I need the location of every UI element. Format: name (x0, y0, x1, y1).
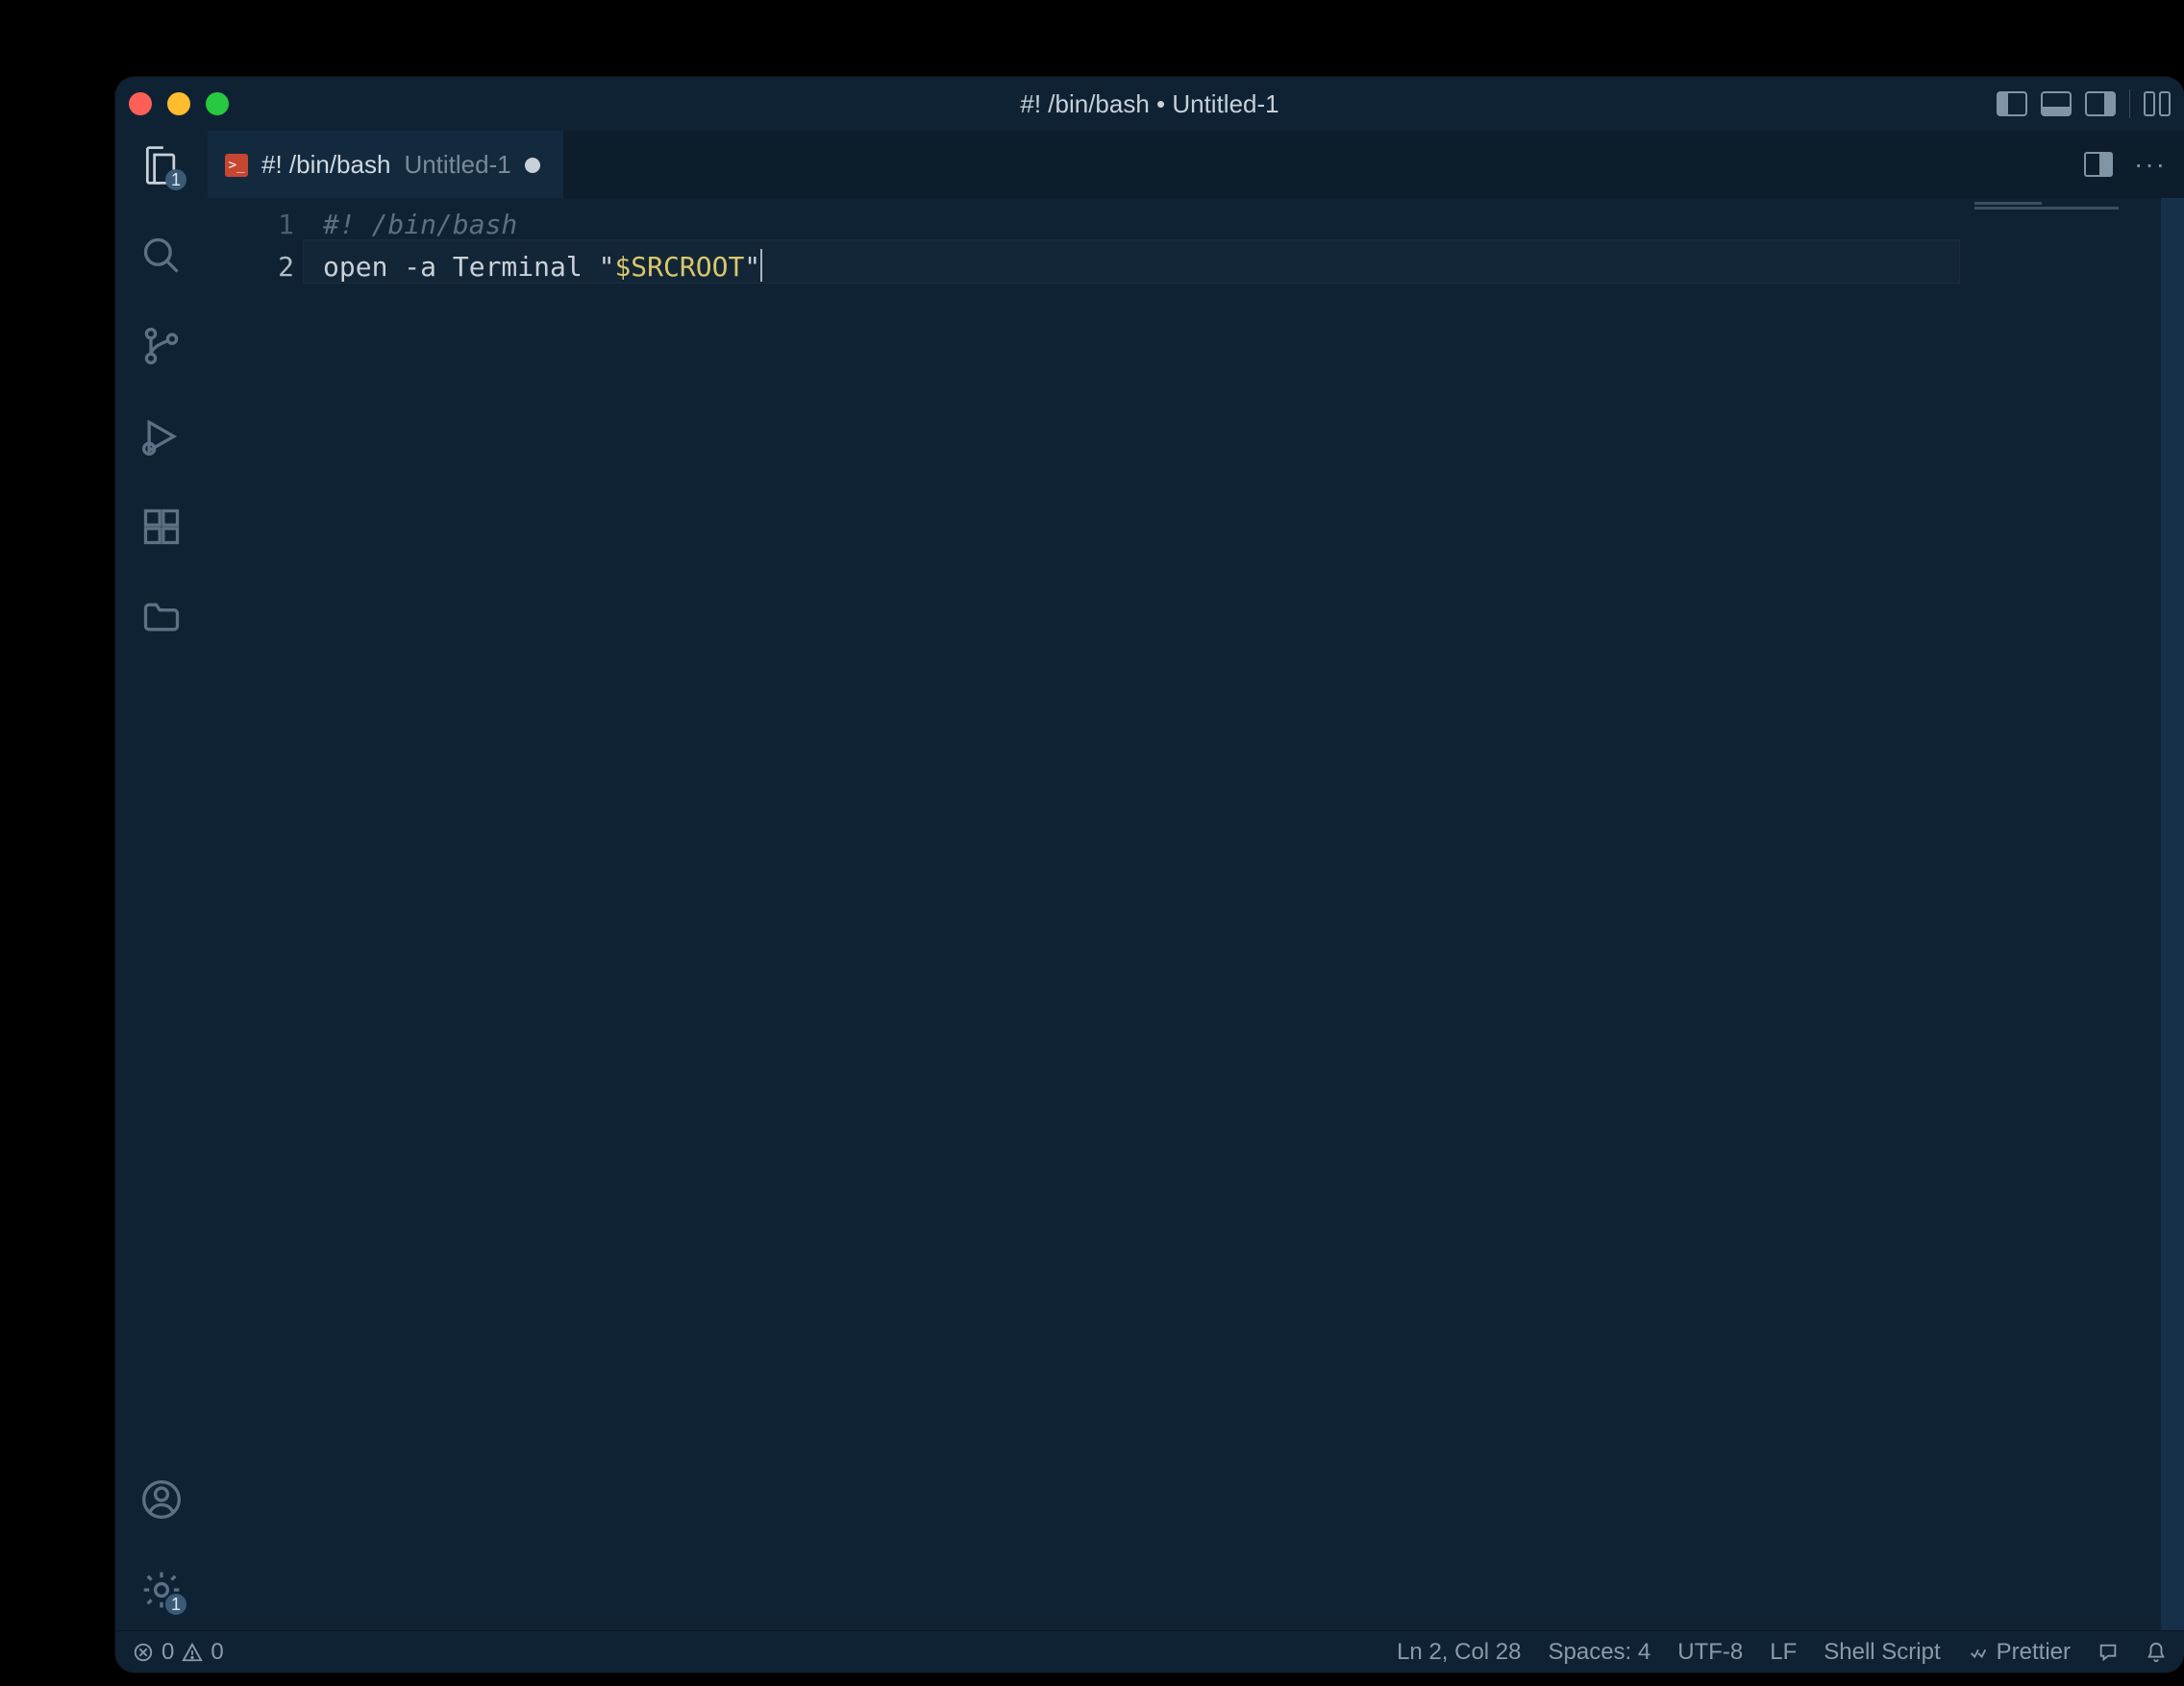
unsaved-indicator-icon (525, 158, 540, 173)
divider (2129, 89, 2130, 118)
warning-count: 0 (211, 1639, 223, 1666)
current-line-highlight (304, 240, 1959, 283)
window-title: #! /bin/bash • Untitled-1 (1020, 89, 1278, 119)
error-count: 0 (161, 1639, 174, 1666)
editor-group: >_ #! /bin/bash Untitled-1 ··· 1 2 #! (208, 131, 2184, 1630)
extensions-icon[interactable] (138, 504, 185, 550)
title-bar: #! /bin/bash • Untitled-1 (115, 77, 2184, 131)
warning-icon (182, 1642, 203, 1663)
code-area[interactable]: #! /bin/bash open -a Terminal "$SRCROOT" (323, 198, 1969, 1630)
comment-token: #! /bin/bash (323, 209, 517, 240)
toggle-primary-sidebar-icon[interactable] (1997, 91, 2027, 116)
tab-untitled-1[interactable]: >_ #! /bin/bash Untitled-1 (208, 131, 563, 198)
settings-badge: 1 (165, 1594, 186, 1615)
minimap[interactable] (1969, 198, 2161, 1630)
toggle-secondary-sidebar-icon[interactable] (2085, 91, 2116, 116)
explorer-icon[interactable]: 1 (138, 142, 185, 188)
shell-file-icon: >_ (225, 154, 248, 177)
explorer-badge: 1 (165, 169, 186, 190)
window-body: 1 1 (115, 131, 2184, 1630)
activity-bar: 1 1 (115, 131, 208, 1630)
tab-language-label: #! /bin/bash (261, 150, 390, 180)
editor-actions: ··· (2084, 131, 2184, 198)
editor[interactable]: 1 2 #! /bin/bash open -a Terminal "$SRCR… (208, 198, 2184, 1630)
encoding-status[interactable]: UTF-8 (1677, 1639, 1743, 1666)
editor-window: #! /bin/bash • Untitled-1 1 (115, 77, 2184, 1673)
toggle-panel-icon[interactable] (2041, 91, 2072, 116)
minimize-window-button[interactable] (167, 92, 190, 115)
split-editor-icon[interactable] (2084, 152, 2113, 177)
indentation-status[interactable]: Spaces: 4 (1549, 1639, 1651, 1666)
tab-filename: Untitled-1 (404, 150, 510, 180)
close-window-button[interactable] (129, 92, 152, 115)
maximize-window-button[interactable] (206, 92, 229, 115)
eol-status[interactable]: LF (1770, 1639, 1797, 1666)
title-bar-actions (1997, 89, 2171, 118)
tab-bar: >_ #! /bin/bash Untitled-1 ··· (208, 131, 2184, 198)
more-actions-icon[interactable]: ··· (2134, 149, 2167, 180)
cursor-position-status[interactable]: Ln 2, Col 28 (1397, 1639, 1521, 1666)
accounts-icon[interactable] (138, 1476, 185, 1523)
prettier-check-icon (1968, 1642, 1989, 1663)
status-bar: 0 0 Ln 2, Col 28 Spaces: 4 UTF-8 LF Shel… (115, 1630, 2184, 1673)
source-control-icon[interactable] (138, 323, 185, 369)
vertical-scrollbar[interactable] (2161, 198, 2184, 1630)
problems-status[interactable]: 0 0 (133, 1639, 224, 1666)
formatter-label: Prettier (1997, 1639, 2071, 1666)
window-controls (129, 92, 229, 115)
settings-gear-icon[interactable]: 1 (138, 1567, 185, 1613)
run-debug-icon[interactable] (138, 413, 185, 459)
feedback-icon[interactable] (2097, 1642, 2119, 1663)
line-number-gutter: 1 2 (208, 198, 323, 1630)
search-icon[interactable] (138, 233, 185, 279)
error-icon (133, 1642, 154, 1663)
folder-icon[interactable] (138, 594, 185, 640)
language-mode-status[interactable]: Shell Script (1824, 1639, 1940, 1666)
customize-layout-icon[interactable] (2144, 91, 2171, 116)
formatter-status[interactable]: Prettier (1968, 1639, 2071, 1666)
notifications-bell-icon[interactable] (2146, 1642, 2167, 1663)
